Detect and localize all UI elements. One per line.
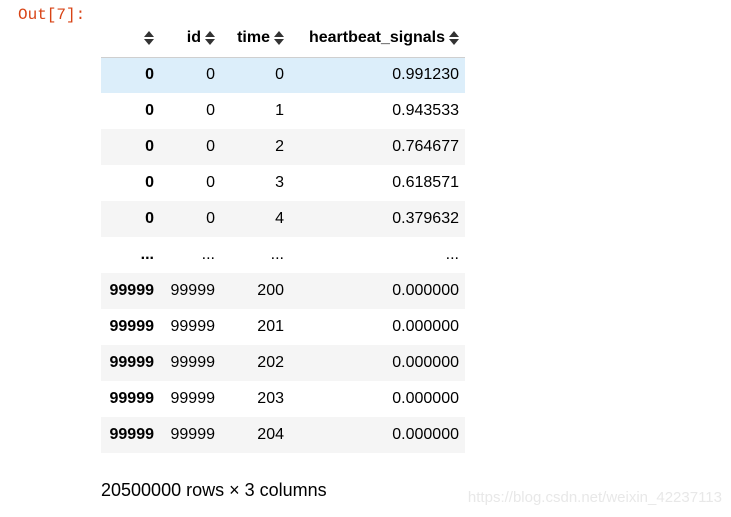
- column-header-heartbeat-signals[interactable]: heartbeat_signals: [290, 20, 465, 58]
- cell-id: 99999: [170, 354, 216, 371]
- cell-time: 203: [257, 390, 284, 407]
- watermark-text: https://blog.csdn.net/weixin_42237113: [467, 489, 722, 506]
- cell-heartbeat-signal: 0.618571: [392, 174, 459, 191]
- row-index: 0: [145, 210, 154, 227]
- cell-time: 4: [275, 210, 284, 227]
- cell-heartbeat-signal: 0.000000: [392, 426, 459, 443]
- cell-heartbeat-signal: 0.943533: [392, 102, 459, 119]
- cell-time: ...: [270, 246, 284, 263]
- sort-icon[interactable]: [274, 31, 284, 46]
- column-header-label: id: [186, 29, 201, 47]
- column-header-id[interactable]: id: [160, 20, 221, 58]
- table-row[interactable]: 99999 99999 201 0.000000: [101, 309, 465, 345]
- cell-heartbeat-signal: 0.000000: [392, 354, 459, 371]
- row-index: 99999: [109, 426, 155, 443]
- cell-heartbeat-signal: 0.764677: [392, 138, 459, 155]
- sort-icon[interactable]: [449, 31, 459, 46]
- table-row[interactable]: 0 0 2 0.764677: [101, 129, 465, 165]
- table-row[interactable]: 99999 99999 204 0.000000: [101, 417, 465, 453]
- row-index: 99999: [109, 390, 155, 407]
- cell-time: 1: [275, 102, 284, 119]
- cell-time: 204: [257, 426, 284, 443]
- cell-id: 0: [206, 210, 215, 227]
- cell-heartbeat-signal: 0.379632: [392, 210, 459, 227]
- cell-time: 3: [275, 174, 284, 191]
- cell-time: 201: [257, 318, 284, 335]
- table-row-ellipsis: ... ... ... ...: [101, 237, 465, 273]
- cell-time: 202: [257, 354, 284, 371]
- column-header-index[interactable]: [101, 20, 160, 58]
- table-row[interactable]: 0 0 1 0.943533: [101, 93, 465, 129]
- column-header-label: time: [237, 29, 270, 47]
- row-index: 99999: [109, 282, 155, 299]
- table-row[interactable]: 99999 99999 200 0.000000: [101, 273, 465, 309]
- table-row[interactable]: 99999 99999 202 0.000000: [101, 345, 465, 381]
- cell-heartbeat-signal: 0.991230: [392, 66, 459, 84]
- row-index: 99999: [109, 354, 155, 371]
- cell-id: 0: [206, 66, 215, 84]
- table-row[interactable]: 0 0 4 0.379632: [101, 201, 465, 237]
- cell-id: 99999: [170, 390, 216, 407]
- cell-id: ...: [201, 246, 215, 263]
- cell-heartbeat-signal: 0.000000: [392, 282, 459, 299]
- row-index: 0: [145, 138, 154, 155]
- cell-id: 0: [206, 138, 215, 155]
- cell-heartbeat-signal: 0.000000: [392, 390, 459, 407]
- table-row[interactable]: 99999 99999 203 0.000000: [101, 381, 465, 417]
- row-index: 0: [145, 174, 154, 191]
- table-row[interactable]: 0 0 0 0.991230: [101, 57, 465, 93]
- sort-icon[interactable]: [144, 31, 154, 46]
- dataframe-shape-info: 20500000 rows × 3 columns: [101, 480, 327, 500]
- cell-heartbeat-signal: 0.000000: [392, 318, 459, 335]
- output-prompt: Out[7]:: [18, 6, 86, 24]
- cell-time: 200: [257, 282, 284, 299]
- row-index: 99999: [109, 318, 155, 335]
- cell-time: 0: [275, 66, 284, 84]
- cell-id: 99999: [170, 282, 216, 299]
- column-header-time[interactable]: time: [221, 20, 290, 58]
- cell-heartbeat-signal: ...: [445, 246, 459, 263]
- table-row[interactable]: 0 0 3 0.618571: [101, 165, 465, 201]
- dataframe-table: id time heartbeat_signals 0 0 0 0.991230…: [101, 20, 465, 453]
- cell-id: 0: [206, 174, 215, 191]
- cell-id: 99999: [170, 318, 216, 335]
- row-index: 0: [145, 102, 154, 119]
- row-index: 0: [145, 66, 154, 84]
- column-header-label: heartbeat_signals: [308, 29, 445, 47]
- cell-time: 2: [275, 138, 284, 155]
- header-row: id time heartbeat_signals: [101, 20, 465, 58]
- cell-id: 99999: [170, 426, 216, 443]
- row-index: ...: [140, 246, 154, 263]
- cell-id: 0: [206, 102, 215, 119]
- sort-icon[interactable]: [205, 31, 215, 46]
